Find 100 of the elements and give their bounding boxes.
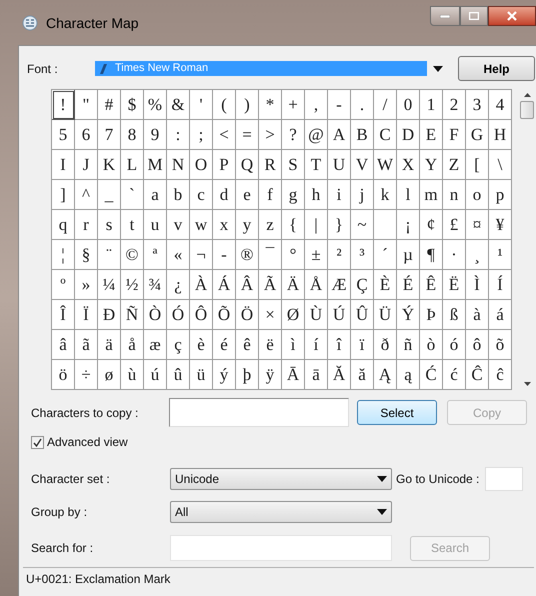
character-cell[interactable]: ! xyxy=(52,90,75,120)
character-cell[interactable]: $ xyxy=(121,90,144,120)
character-cell[interactable]: Ç xyxy=(351,270,374,300)
character-cell[interactable]: F xyxy=(443,120,466,150)
character-cell[interactable]: ¼ xyxy=(98,270,121,300)
character-cell[interactable]: b xyxy=(167,180,190,210)
character-cell[interactable]: ` xyxy=(121,180,144,210)
character-cell[interactable]: % xyxy=(144,90,167,120)
character-cell[interactable]: Ë xyxy=(443,270,466,300)
character-cell[interactable]: _ xyxy=(98,180,121,210)
character-cell[interactable]: # xyxy=(98,90,121,120)
character-cell[interactable]: 6 xyxy=(75,120,98,150)
character-cell[interactable]: å xyxy=(121,330,144,360)
character-cell[interactable]: Å xyxy=(305,270,328,300)
character-cell[interactable]: [ xyxy=(466,150,489,180)
character-cell[interactable]: s xyxy=(98,210,121,240)
character-cell[interactable]: Î xyxy=(52,300,75,330)
character-cell[interactable]: Ñ xyxy=(121,300,144,330)
character-cell[interactable]: þ xyxy=(236,360,259,390)
character-cell[interactable]: ¶ xyxy=(420,240,443,270)
character-cell[interactable]: Ý xyxy=(397,300,420,330)
character-cell[interactable]: ¢ xyxy=(420,210,443,240)
character-cell[interactable]: ÿ xyxy=(259,360,282,390)
character-cell[interactable]: Ú xyxy=(328,300,351,330)
character-cell[interactable]: e xyxy=(236,180,259,210)
character-cell[interactable]: Ă xyxy=(328,360,351,390)
character-cell[interactable]: 5 xyxy=(52,120,75,150)
character-cell[interactable]: é xyxy=(213,330,236,360)
character-cell[interactable]: a xyxy=(144,180,167,210)
character-cell[interactable]: Â xyxy=(236,270,259,300)
character-cell[interactable]: ì xyxy=(282,330,305,360)
character-cell[interactable]: Ð xyxy=(98,300,121,330)
character-cell[interactable]: Y xyxy=(420,150,443,180)
character-cell[interactable]: Ì xyxy=(466,270,489,300)
character-cell[interactable]: § xyxy=(75,240,98,270)
character-cell[interactable]: 9 xyxy=(144,120,167,150)
character-cell[interactable]: ¯ xyxy=(259,240,282,270)
character-cell[interactable]: ª xyxy=(144,240,167,270)
character-cell[interactable]: ą xyxy=(397,360,420,390)
character-cell[interactable]: ù xyxy=(121,360,144,390)
character-cell[interactable]: ¹ xyxy=(489,240,512,270)
search-field[interactable] xyxy=(170,535,392,561)
character-cell[interactable]: ã xyxy=(75,330,98,360)
character-cell[interactable]: ? xyxy=(282,120,305,150)
character-cell[interactable]: · xyxy=(443,240,466,270)
character-cell[interactable]: r xyxy=(75,210,98,240)
character-cell[interactable]: R xyxy=(259,150,282,180)
character-cell[interactable]: ô xyxy=(466,330,489,360)
character-cell[interactable]: Ê xyxy=(420,270,443,300)
character-cell[interactable]: P xyxy=(213,150,236,180)
character-cell[interactable]: Þ xyxy=(420,300,443,330)
character-cell[interactable]: | xyxy=(305,210,328,240)
character-cell[interactable]: ¨ xyxy=(98,240,121,270)
character-cell[interactable]: ă xyxy=(351,360,374,390)
character-cell[interactable]: µ xyxy=(397,240,420,270)
help-button[interactable]: Help xyxy=(458,56,535,81)
character-cell[interactable]: ÷ xyxy=(75,360,98,390)
character-cell[interactable]: q xyxy=(52,210,75,240)
character-cell[interactable]: Æ xyxy=(328,270,351,300)
character-cell[interactable]: : xyxy=(167,120,190,150)
character-cell[interactable]: { xyxy=(282,210,305,240)
character-cell[interactable]: + xyxy=(282,90,305,120)
character-cell[interactable]: G xyxy=(466,120,489,150)
character-cell[interactable]: ½ xyxy=(121,270,144,300)
character-cell[interactable]: á xyxy=(489,300,512,330)
character-cell[interactable]: ç xyxy=(167,330,190,360)
character-cell[interactable]: 3 xyxy=(466,90,489,120)
character-cell[interactable]: ] xyxy=(52,180,75,210)
character-cell[interactable]: ñ xyxy=(397,330,420,360)
character-cell[interactable]: Ĉ xyxy=(466,360,489,390)
character-cell[interactable]: Ï xyxy=(75,300,98,330)
character-cell[interactable]: £ xyxy=(443,210,466,240)
character-cell[interactable]: À xyxy=(190,270,213,300)
character-cell[interactable]: = xyxy=(236,120,259,150)
character-cell[interactable]: Í xyxy=(489,270,512,300)
character-cell[interactable]: Ó xyxy=(167,300,190,330)
character-cell[interactable]: 2 xyxy=(443,90,466,120)
character-cell[interactable]: ¾ xyxy=(144,270,167,300)
character-cell[interactable]: k xyxy=(374,180,397,210)
character-cell[interactable]: U xyxy=(328,150,351,180)
character-cell[interactable]: Ã xyxy=(259,270,282,300)
character-cell[interactable]: ā xyxy=(305,360,328,390)
character-cell[interactable]: ¸ xyxy=(466,240,489,270)
character-cell[interactable]: ® xyxy=(236,240,259,270)
character-cell[interactable]: à xyxy=(466,300,489,330)
character-cell[interactable]: ¤ xyxy=(466,210,489,240)
character-cell[interactable]: » xyxy=(75,270,98,300)
character-cell[interactable]: ' xyxy=(190,90,213,120)
character-cell[interactable]: V xyxy=(351,150,374,180)
character-cell[interactable]: 7 xyxy=(98,120,121,150)
group-by-dropdown[interactable]: All xyxy=(170,501,392,523)
character-cell[interactable]: Ô xyxy=(190,300,213,330)
character-cell[interactable]: õ xyxy=(489,330,512,360)
character-cell[interactable]: Ò xyxy=(144,300,167,330)
character-cell[interactable]: ¦ xyxy=(52,240,75,270)
character-cell[interactable]: p xyxy=(489,180,512,210)
character-cell[interactable]: A xyxy=(328,120,351,150)
minimize-button[interactable] xyxy=(430,6,460,26)
advanced-view-checkbox[interactable] xyxy=(31,436,44,448)
character-cell[interactable]: ý xyxy=(213,360,236,390)
